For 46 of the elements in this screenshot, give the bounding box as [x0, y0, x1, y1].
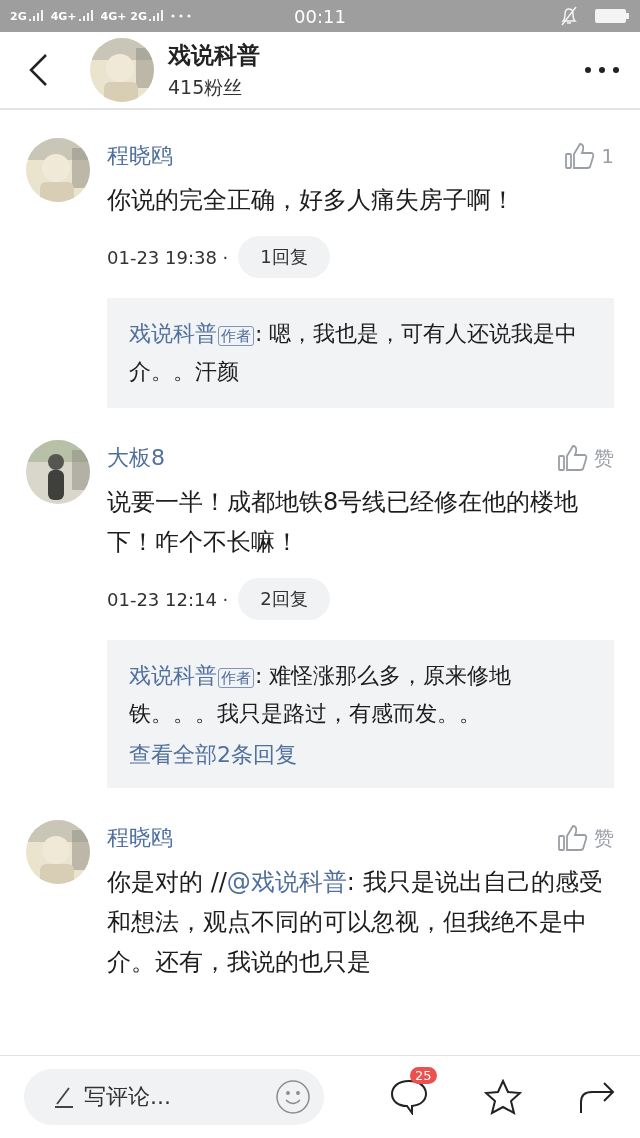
input-placeholder: 写评论...: [84, 1083, 172, 1111]
network-label: 4G+: [50, 9, 77, 23]
reply-count-button[interactable]: 2回复: [238, 578, 330, 620]
back-icon[interactable]: [28, 53, 48, 87]
author-name[interactable]: 程晓鸥: [107, 823, 173, 853]
reply-author-link[interactable]: 戏说科普: [129, 663, 217, 688]
network-label: 2G: [10, 9, 27, 23]
author-badge: 作者: [218, 326, 254, 346]
thumbs-up-icon[interactable]: [558, 824, 588, 852]
comment-text: 你是对的 //@戏说科普: 我只是说出自己的感受和想法，观点不同的可以忽视，但我绝不是中介。还有，我说的也只是: [107, 867, 604, 978]
mention-link[interactable]: @戏说科普: [226, 868, 347, 896]
comment-input[interactable]: 写评论...: [24, 1069, 324, 1125]
like-count: 1: [601, 144, 614, 168]
comment-icon[interactable]: [390, 1079, 428, 1115]
star-icon[interactable]: [484, 1079, 522, 1115]
comment-text: 你说的完全正确，好多人痛失房子啊！: [107, 185, 516, 216]
reply-text: 戏说科普 作者 : 难怪涨那么多，原来修地铁。。。我只是路过，有感而发。。: [129, 662, 513, 728]
thumbs-up-icon[interactable]: [558, 444, 588, 472]
thumbs-up-icon[interactable]: [565, 142, 596, 170]
follower-count: 415粉丝: [168, 74, 244, 100]
more-icon: [171, 14, 191, 18]
like-count: 赞: [594, 444, 614, 472]
view-all-replies-link[interactable]: 查看全部2条回复: [129, 740, 297, 770]
page-title: 戏说科普: [168, 40, 261, 70]
author-name[interactable]: 大板8: [107, 443, 165, 473]
pencil-icon: [54, 1086, 74, 1108]
battery-icon: [594, 8, 630, 24]
comment-time: 01-23 12:14 ·: [107, 588, 229, 610]
author-name[interactable]: 程晓鸥: [107, 141, 173, 171]
reply-author-link[interactable]: 戏说科普: [129, 321, 217, 346]
status-time: 00:11: [294, 5, 346, 27]
reply-count-button[interactable]: 1回复: [238, 236, 330, 278]
author-badge: 作者: [218, 668, 254, 688]
comment-time: 01-23 19:38 ·: [107, 246, 229, 268]
smiley-icon[interactable]: [276, 1080, 310, 1114]
comment-count-badge: 25: [410, 1067, 437, 1084]
share-icon[interactable]: [578, 1080, 616, 1114]
signal-icon: [149, 9, 165, 23]
more-icon[interactable]: [584, 66, 620, 74]
signal-icon: [28, 9, 45, 23]
network-label: 4G+ 2G: [100, 9, 147, 23]
like-count: 赞: [594, 824, 614, 852]
bell-off-icon: [560, 6, 578, 26]
signal-icon: [78, 9, 95, 23]
comment-text: 说要一半！成都地铁8号线已经修在他的楼地下！咋个不长嘛！: [107, 487, 580, 558]
reply-text: 戏说科普 作者 : 嗯，我也是，可有人还说我是中介。。汗颜: [129, 320, 579, 386]
